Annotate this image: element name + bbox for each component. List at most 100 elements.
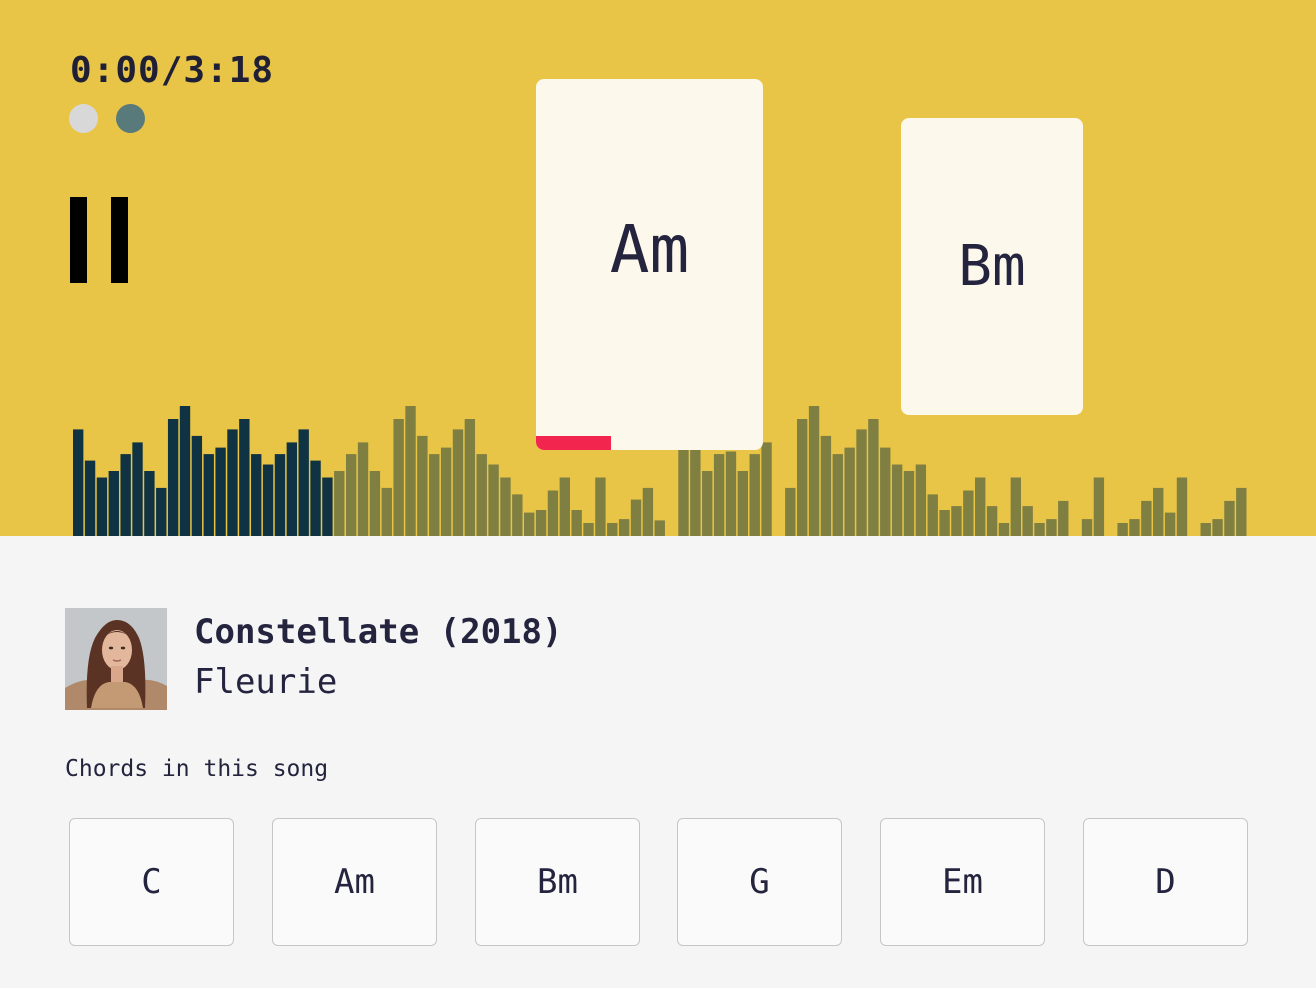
waveform-bar	[856, 429, 867, 536]
waveform-bar	[274, 454, 286, 536]
album-art-portrait	[65, 608, 167, 710]
waveform-bar	[547, 490, 559, 536]
waveform-bar	[595, 477, 606, 536]
waveform-bar	[975, 477, 986, 536]
waveform-bar	[1176, 477, 1188, 536]
waveform-bar	[915, 464, 927, 536]
waveform-bar	[310, 460, 321, 536]
page-dot-1[interactable]	[69, 104, 98, 133]
pause-button[interactable]	[70, 197, 128, 283]
waveform-bar	[1153, 487, 1164, 536]
waveform-bar	[749, 454, 760, 536]
chord-tile-em[interactable]: Em	[880, 818, 1045, 946]
waveform-bar	[868, 419, 879, 536]
waveform-bar	[654, 520, 665, 536]
waveform-bar	[262, 464, 274, 536]
waveform-bar	[737, 471, 749, 536]
artist-name: Fleurie	[194, 662, 338, 702]
chord-tile-bm[interactable]: Bm	[475, 818, 640, 946]
waveform-bar	[96, 477, 108, 536]
waveform-bar	[571, 510, 582, 536]
waveform-bar	[191, 435, 203, 536]
waveform-bar	[488, 464, 499, 536]
waveform-bar	[464, 419, 476, 536]
waveform-bar	[73, 429, 84, 536]
waveform-bar	[702, 471, 713, 536]
waveform-bar	[334, 471, 345, 536]
waveform-bar	[417, 435, 428, 536]
waveform-bar	[215, 447, 226, 536]
waveform-bar	[785, 487, 796, 536]
waveform-bar	[298, 429, 309, 536]
waveform-bar	[476, 454, 487, 536]
waveform-bar	[844, 447, 855, 536]
waveform-bar	[963, 490, 974, 536]
waveform-bar	[951, 506, 962, 536]
waveform-bar	[939, 510, 950, 536]
waveform-bar	[713, 454, 725, 536]
chord-tile-c[interactable]: C	[69, 818, 234, 946]
waveform-bar	[891, 464, 903, 536]
current-chord-progress	[536, 436, 611, 450]
waveform-bar	[583, 523, 594, 536]
waveform-bar	[1081, 519, 1093, 536]
waveform-bar	[1224, 500, 1235, 536]
waveform-bar	[986, 506, 998, 536]
waveform-bar	[1200, 523, 1211, 536]
waveform-bar	[1093, 477, 1105, 536]
time-readout: 0:00/3:18	[70, 50, 275, 91]
next-chord-card[interactable]: Bm	[901, 118, 1083, 415]
waveform-bar	[524, 512, 535, 536]
waveform-bar	[1212, 519, 1223, 536]
waveform-bar	[1164, 512, 1176, 536]
waveform-bar	[761, 442, 772, 536]
waveform-bar	[998, 523, 1010, 536]
chord-tile-d[interactable]: D	[1083, 818, 1248, 946]
waveform-bar	[1034, 523, 1045, 536]
waveform-bar	[84, 460, 96, 536]
waveform-bar	[179, 406, 191, 536]
chord-tile-am[interactable]: Am	[272, 818, 437, 946]
waveform-bar	[1046, 519, 1057, 536]
waveform-bar	[820, 435, 832, 536]
waveform-bar	[535, 510, 547, 536]
waveform-bar	[132, 442, 143, 536]
song-title: Constellate (2018)	[194, 612, 563, 652]
waveform-bar	[239, 419, 250, 536]
waveform-bar	[357, 442, 369, 536]
waveform-bar	[286, 442, 298, 536]
waveform-bar	[618, 519, 630, 536]
waveform-bar	[203, 454, 214, 536]
page-dot-2[interactable]	[116, 104, 145, 133]
waveform-bar	[796, 419, 808, 536]
chord-tile-g[interactable]: G	[677, 818, 842, 946]
waveform-bar	[440, 447, 452, 536]
waveform-bar	[167, 419, 179, 536]
waveform-bar	[345, 454, 357, 536]
waveform-bar	[1058, 500, 1069, 536]
waveform-bar	[227, 429, 238, 536]
waveform-bar	[381, 487, 392, 536]
waveform-bar	[808, 406, 820, 536]
current-chord-label: Am	[609, 211, 690, 288]
waveform-bar	[393, 419, 404, 536]
chords-heading: Chords in this song	[65, 756, 329, 782]
next-chord-label: Bm	[958, 234, 1026, 299]
waveform-bar	[1022, 506, 1033, 536]
waveform-bar	[429, 454, 440, 536]
waveform-bar	[108, 471, 119, 536]
waveform-bar	[1236, 487, 1247, 536]
album-art	[65, 608, 167, 710]
waveform-bar	[559, 477, 570, 536]
waveform-bar	[927, 494, 938, 536]
current-chord-card[interactable]: Am	[536, 79, 763, 450]
waveform-bar	[903, 471, 915, 536]
waveform-bar	[832, 454, 843, 536]
waveform-bar	[144, 471, 155, 536]
waveform-bar	[452, 429, 464, 536]
waveform-bar	[678, 447, 689, 536]
waveform-bar	[251, 454, 262, 536]
waveform-bar	[642, 487, 654, 536]
waveform-bar	[725, 451, 737, 536]
waveform-bar	[369, 471, 381, 536]
